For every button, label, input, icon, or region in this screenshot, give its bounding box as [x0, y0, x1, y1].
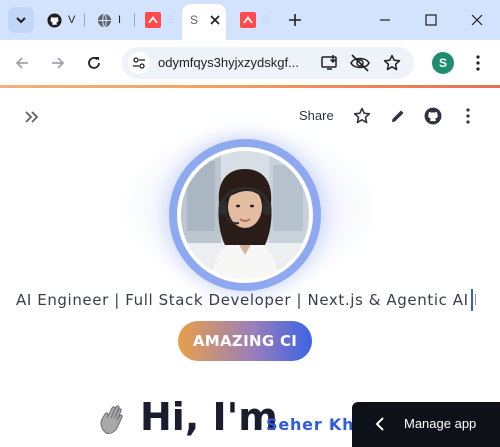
double-chevron-right-icon	[25, 111, 39, 123]
profile-photo	[177, 147, 313, 283]
back-button[interactable]	[10, 51, 34, 75]
manage-app-label: Manage app	[404, 416, 477, 431]
streamlit-icon	[240, 12, 256, 28]
tab-3-title: S	[167, 14, 175, 26]
close-tab-icon[interactable]	[207, 12, 223, 28]
chevron-down-icon	[16, 17, 26, 24]
plus-icon	[289, 14, 301, 26]
browser-toolbar: odymfqys3hyjxzydskgf... S	[0, 40, 500, 86]
tune-icon	[133, 57, 145, 69]
browser-menu-button[interactable]	[466, 51, 490, 75]
waving-hand-icon	[100, 405, 123, 434]
github-icon	[46, 12, 62, 28]
tab-1[interactable]: V	[46, 8, 75, 32]
chevron-left-icon	[372, 416, 388, 432]
app-viewport: Share AI Engineer | Full Stack Developer…	[0, 88, 500, 447]
more-vert-icon	[466, 108, 470, 124]
arrow-right-icon	[52, 57, 65, 69]
new-tab-button[interactable]	[283, 8, 307, 32]
tab-4-active[interactable]: S	[182, 4, 226, 40]
greeting-heading: Hi, I'm	[140, 395, 278, 439]
tab-5-title: S	[262, 14, 270, 26]
maximize-button[interactable]	[419, 8, 443, 32]
eye-off-icon[interactable]	[350, 53, 370, 73]
reload-icon	[88, 57, 100, 69]
tagline-typewriter: AI Engineer | Full Stack Developer | Nex…	[16, 291, 476, 309]
favorite-star-icon[interactable]	[352, 106, 372, 126]
tab-1-title: V	[68, 14, 76, 26]
minimize-icon	[380, 19, 390, 21]
app-menu-button[interactable]	[458, 106, 478, 126]
forward-button[interactable]	[46, 51, 70, 75]
edit-pencil-icon[interactable]	[388, 106, 408, 126]
arrow-left-icon	[15, 57, 28, 69]
bookmark-star-icon[interactable]	[382, 53, 402, 73]
globe-icon	[96, 12, 112, 28]
share-button[interactable]: Share	[299, 108, 334, 123]
typewriter-caret	[471, 289, 473, 311]
svg-text:S: S	[190, 13, 198, 27]
tab-5[interactable]: S	[240, 8, 269, 32]
tab-2[interactable]: I	[96, 8, 121, 32]
tab-3[interactable]: S	[145, 8, 174, 32]
tab-separator	[84, 13, 85, 27]
site-info-button[interactable]	[128, 52, 150, 74]
address-bar[interactable]: odymfqys3hyjxzydskgf...	[122, 47, 414, 79]
tab-search-button[interactable]	[8, 7, 34, 33]
streamlit-icon	[145, 12, 161, 28]
maximize-icon	[425, 14, 437, 26]
url-text[interactable]: odymfqys3hyjxzydskgf...	[158, 55, 318, 70]
expand-sidebar-button[interactable]	[22, 107, 42, 127]
tab-separator	[134, 13, 135, 27]
github-icon[interactable]	[423, 106, 443, 126]
install-app-icon[interactable]	[320, 53, 340, 73]
more-vert-icon	[476, 55, 480, 71]
manage-app-button[interactable]: Manage app	[352, 402, 500, 447]
minimize-button[interactable]	[373, 8, 397, 32]
tab-2-title: I	[118, 14, 122, 26]
reload-button[interactable]	[82, 51, 106, 75]
highlight-pill: AMAZING CI	[178, 321, 312, 361]
profile-avatar[interactable]: S	[432, 52, 454, 74]
streamlit-icon: S	[190, 12, 202, 33]
close-icon	[471, 14, 483, 26]
tab-strip: V I S S S	[0, 0, 500, 40]
owner-name: Seher Kha	[266, 415, 366, 434]
close-window-button[interactable]	[465, 8, 489, 32]
